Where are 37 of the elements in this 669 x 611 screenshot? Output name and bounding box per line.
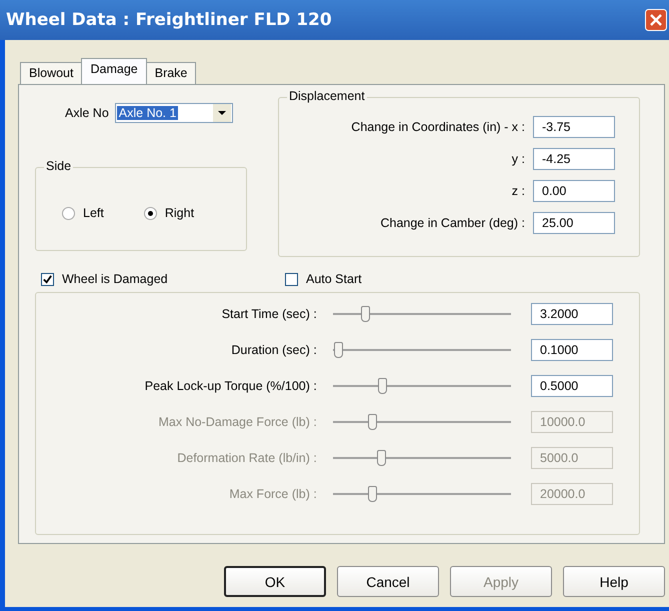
checkbox[interactable]: Auto Start [285,272,435,286]
slider[interactable] [330,375,511,397]
input-field[interactable]: -3.75 [533,116,615,138]
slider-label: Max No-Damage Force (lb) : [157,415,318,429]
dialog-button[interactable]: Cancel [337,566,439,597]
tab[interactable]: Blowout [20,62,82,84]
slider[interactable] [330,339,511,361]
group-title: Side [44,159,74,173]
input-field[interactable]: 0.1000 [531,339,613,361]
input-field[interactable]: 0.00 [533,180,615,202]
close-icon[interactable] [645,9,667,31]
dialog-button[interactable]: Help [563,566,665,597]
field-label: z : [512,184,525,198]
window-title: Wheel Data : Freightliner FLD 120 [6,10,332,30]
checkbox[interactable]: Wheel is Damaged [41,272,191,286]
slider-label: Max Force (lb) : [228,487,318,501]
field-label: Change in Coordinates (in) - x : [351,120,525,134]
input-field[interactable]: 25.00 [533,212,615,234]
checkmark-icon [42,274,53,284]
dialog-button[interactable]: OK [224,566,326,597]
axle-label: Axle No [65,106,109,120]
radio-option[interactable]: Left [62,206,104,220]
radio-option[interactable]: Right [144,206,194,220]
tab[interactable]: Brake [146,62,196,84]
group-title: Displacement [287,89,367,103]
tab[interactable]: Damage [81,58,147,84]
field-label: y : [512,152,525,166]
slider-label: Peak Lock-up Torque (%/100) : [144,379,318,393]
input-field[interactable]: 0.5000 [531,375,613,397]
field-label: Change in Camber (deg) : [380,216,525,230]
slider-label: Start Time (sec) : [220,307,318,321]
slider-label: Duration (sec) : [230,343,318,357]
input-field[interactable]: 3.2000 [531,303,613,325]
axle-dropdown[interactable]: Axle No. 1 [114,103,233,123]
input-field[interactable]: -4.25 [533,148,615,170]
slider[interactable] [330,303,511,325]
slider-label: Deformation Rate (lb/in) : [176,451,318,465]
